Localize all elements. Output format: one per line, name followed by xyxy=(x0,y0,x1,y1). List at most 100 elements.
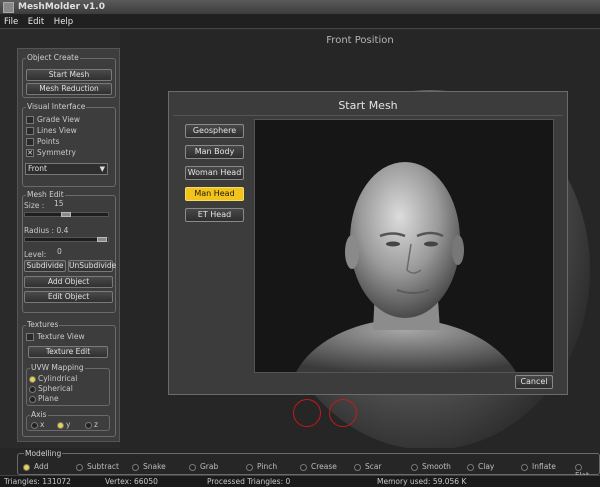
uvw-cylindrical-label: Cylindrical xyxy=(38,374,78,383)
radius-slider[interactable] xyxy=(24,237,109,242)
radio-icon xyxy=(411,463,418,471)
uvw-spherical-radio[interactable]: Spherical xyxy=(29,384,73,394)
app-title: MeshMolder v1.0 xyxy=(18,2,105,12)
radio-icon xyxy=(354,463,361,471)
texture-edit-button[interactable]: Texture Edit xyxy=(28,346,108,358)
dialog-divider xyxy=(173,115,563,116)
object-create-title: Object Create xyxy=(26,53,80,62)
uvw-plane-label: Plane xyxy=(38,394,59,403)
radio-icon xyxy=(29,395,36,403)
edit-object-button[interactable]: Edit Object xyxy=(24,291,113,303)
marker-ring-left xyxy=(293,399,321,427)
size-slider[interactable] xyxy=(24,212,109,217)
status-triangles: Triangles: 131072 xyxy=(4,477,71,486)
unsubdivide-button[interactable]: UnSubdivide xyxy=(68,260,116,272)
tool-clay[interactable]: Clay xyxy=(467,462,494,471)
tool-smooth[interactable]: Smooth xyxy=(411,462,451,471)
tool-pinch-label: Pinch xyxy=(257,462,278,471)
radio-icon xyxy=(521,463,528,471)
tool-inflate-label: Inflate xyxy=(532,462,556,471)
radio-selected-icon xyxy=(29,375,36,383)
radio-icon xyxy=(29,385,36,393)
subdivide-button[interactable]: Subdivide xyxy=(24,260,66,272)
uvw-cylindrical-radio[interactable]: Cylindrical xyxy=(29,374,77,384)
tool-add[interactable]: Add xyxy=(23,462,49,471)
uvw-plane-radio[interactable]: Plane xyxy=(29,394,59,404)
mesh-edit-group: Mesh Edit Size : 15 Radius : 0.4 Level: … xyxy=(22,190,116,313)
tool-scar-label: Scar xyxy=(365,462,382,471)
menu-file[interactable]: File xyxy=(0,15,21,27)
axis-z-radio[interactable]: z xyxy=(85,420,98,430)
tool-scar[interactable]: Scar xyxy=(354,462,382,471)
start-mesh-dialog: Start Mesh Geosphere Man Body Woman Head… xyxy=(168,91,568,395)
menu-edit[interactable]: Edit xyxy=(24,15,47,27)
tool-inflate[interactable]: Inflate xyxy=(521,462,556,471)
man-head-button[interactable]: Man Head xyxy=(185,187,244,201)
textures-group: Textures Texture View Texture Edit UVW M… xyxy=(22,320,116,437)
mesh-preview xyxy=(254,119,554,373)
grade-view-label: Grade View xyxy=(37,115,81,124)
lines-view-checkbox[interactable]: Lines View xyxy=(26,126,77,136)
axis-x-label: x xyxy=(40,420,45,429)
viewport-title: Front Position xyxy=(326,35,394,46)
tool-smooth-label: Smooth xyxy=(422,462,451,471)
axis-y-label: y xyxy=(66,420,71,429)
man-body-button[interactable]: Man Body xyxy=(185,145,244,159)
geosphere-button[interactable]: Geosphere xyxy=(185,124,244,138)
menu-help[interactable]: Help xyxy=(50,15,76,27)
uvw-spherical-label: Spherical xyxy=(38,384,73,393)
add-object-button[interactable]: Add Object xyxy=(24,276,113,288)
view-select[interactable]: Front ▼ xyxy=(25,163,108,175)
status-vertex: Vertex: 66050 xyxy=(105,477,158,486)
tool-subtract[interactable]: Subtract xyxy=(76,462,119,471)
mesh-edit-title: Mesh Edit xyxy=(26,190,65,199)
status-bar: Triangles: 131072 Vertex: 66050 Processe… xyxy=(0,475,600,487)
radio-icon xyxy=(246,463,253,471)
radio-icon xyxy=(31,421,38,429)
grade-view-checkbox[interactable]: Grade View xyxy=(26,115,80,125)
start-mesh-button[interactable]: Start Mesh xyxy=(26,69,112,81)
symmetry-checkbox[interactable]: ✕ Symmetry xyxy=(26,148,76,158)
tool-crease[interactable]: Crease xyxy=(300,462,337,471)
man-head-preview-image xyxy=(255,120,553,372)
status-processed-triangles: Processed Triangles: 0 xyxy=(207,477,291,486)
tool-crease-label: Crease xyxy=(311,462,337,471)
status-memory: Memory used: 59.056 K xyxy=(377,477,467,486)
lines-view-label: Lines View xyxy=(37,126,77,135)
tool-add-label: Add xyxy=(34,462,49,471)
checkbox-icon xyxy=(26,127,34,135)
symmetry-label: Symmetry xyxy=(37,148,76,157)
tool-pinch[interactable]: Pinch xyxy=(246,462,277,471)
marker-ring-right xyxy=(329,399,357,427)
checkbox-icon xyxy=(26,333,34,341)
et-head-button[interactable]: ET Head xyxy=(185,208,244,222)
axis-y-radio[interactable]: y xyxy=(57,420,70,430)
textures-title: Textures xyxy=(26,320,60,329)
dialog-title: Start Mesh xyxy=(338,99,398,112)
woman-head-button[interactable]: Woman Head xyxy=(185,166,244,180)
texture-view-checkbox[interactable]: Texture View xyxy=(26,332,85,342)
cancel-button[interactable]: Cancel xyxy=(515,375,553,389)
size-slider-handle[interactable] xyxy=(61,212,71,217)
checkbox-icon xyxy=(26,138,34,146)
radio-icon xyxy=(575,463,582,471)
axis-x-radio[interactable]: x xyxy=(31,420,44,430)
radio-icon xyxy=(76,463,83,471)
texture-view-label: Texture View xyxy=(37,332,85,341)
tool-snake[interactable]: Snake xyxy=(132,462,166,471)
modelling-bar: Modelling Add Subtract Snake Grab Pinch … xyxy=(0,448,600,480)
checkbox-icon xyxy=(26,116,34,124)
radio-icon xyxy=(85,421,92,429)
tool-grab-label: Grab xyxy=(200,462,219,471)
radius-slider-handle[interactable] xyxy=(97,237,107,242)
tool-grab[interactable]: Grab xyxy=(189,462,218,471)
title-bar: MeshMolder v1.0 xyxy=(0,0,600,15)
axis-title: Axis xyxy=(30,410,48,419)
tool-subtract-label: Subtract xyxy=(87,462,119,471)
tool-clay-label: Clay xyxy=(478,462,495,471)
mesh-reduction-button[interactable]: Mesh Reduction xyxy=(26,83,112,95)
points-checkbox[interactable]: Points xyxy=(26,137,60,147)
uvw-mapping-group: UVW Mapping Cylindrical Spherical Plane xyxy=(26,363,110,406)
radio-icon xyxy=(189,463,196,471)
left-panel: Object Create Start Mesh Mesh Reduction … xyxy=(17,48,120,442)
